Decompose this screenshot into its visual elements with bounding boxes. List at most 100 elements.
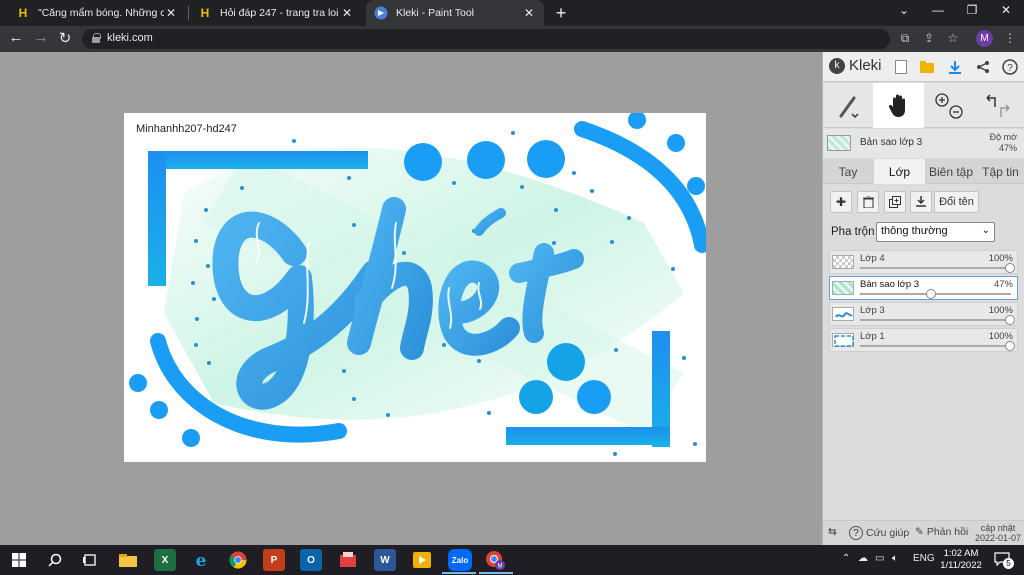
swap-sides-icon[interactable]: ⇆ [828,526,837,538]
open-folder-icon[interactable] [917,57,937,77]
cloud-icon[interactable]: ☁ [858,553,868,564]
tab-search-icon[interactable]: ⌄ [894,3,914,17]
opacity-slider-handle[interactable] [1005,263,1015,273]
blend-mode-label: Pha trộn [831,226,875,238]
tab-tap-tin[interactable]: Tập tin [976,159,1024,184]
network-icon[interactable]: ▭ [875,553,884,564]
outlook-icon[interactable]: O [300,549,322,571]
zoom-in-out-icon [935,92,963,119]
minimize-icon[interactable]: — [928,3,948,17]
word-icon[interactable]: W [374,549,396,571]
close-window-icon[interactable]: ✕ [996,3,1016,17]
layer-opacity-slider[interactable] [860,267,1011,269]
panel-footer: ⇆ ? Cứu giúp ✎ Phản hồi cập nhật 2022-01… [823,520,1024,545]
tool-row [823,83,1024,128]
powerpoint-icon[interactable]: P [263,549,285,571]
task-view-icon[interactable] [79,549,101,571]
url-text: kleki.com [107,32,153,44]
forward-icon[interactable]: → [32,29,50,46]
opacity-slider-handle[interactable] [926,289,936,299]
close-tab-icon[interactable]: ✕ [164,6,178,20]
help-icon[interactable]: ? [1000,57,1020,77]
rename-layer-button[interactable]: Đổi tên [934,191,979,213]
update-info[interactable]: cập nhật 2022-01-07 [975,523,1021,543]
help-icon: ? [849,526,863,540]
clock[interactable]: 1:02 AM 1/11/2022 [936,548,986,572]
bookmark-star-icon[interactable]: ☆ [945,31,961,45]
tab-lop[interactable]: Lớp [874,159,925,184]
back-icon[interactable]: ← [7,29,25,46]
feedback-button[interactable]: ✎ Phản hồi [915,526,968,538]
share-icon[interactable]: ⇪ [921,31,937,45]
media-player-icon[interactable] [411,549,433,571]
hand-tool[interactable] [873,83,924,128]
layer-thumbnail [832,255,854,269]
share-icon[interactable] [973,57,993,77]
zoom-tools[interactable] [927,83,971,128]
duplicate-layer-icon[interactable] [884,191,906,213]
tab-kleki[interactable]: Kleki - Paint Tool ✕ [366,0,544,26]
brush-tool[interactable] [823,83,872,128]
delete-layer-icon[interactable] [857,191,879,213]
update-date: 2022-01-07 [974,533,1021,543]
close-tab-icon[interactable]: ✕ [340,6,354,20]
windows-start-icon[interactable] [8,549,30,571]
artwork [129,113,706,456]
opacity-slider-handle[interactable] [1005,315,1015,325]
layer-opacity-slider[interactable] [860,319,1011,321]
new-image-icon[interactable] [891,57,911,77]
menu-dots-icon[interactable]: ⋮ [1002,31,1018,45]
clock-date: 1/11/2022 [940,560,982,571]
hoidap-favicon-icon: H [18,6,28,20]
tab-title: "Căng mẩm bóng. Những cái vu [38,7,164,19]
brush-icon [839,96,859,118]
pencil-icon: ✎ [915,526,924,538]
add-layer-icon[interactable]: ✚ [830,191,852,213]
hand-icon [888,94,905,117]
layer-name: Lớp 3 [860,305,885,316]
browser-tab-strip: H "Căng mẩm bóng. Những cái vu ✕ H Hỏi đ… [0,0,1024,26]
canvas-workspace[interactable]: Minhanhh207-hd247 [0,52,822,545]
address-bar[interactable]: kleki.com [82,29,890,49]
undo-redo-tools[interactable] [975,83,1021,128]
excel-icon[interactable]: X [154,549,176,571]
apps-icon[interactable] [337,549,359,571]
zalo-icon[interactable]: Zalo [448,549,472,571]
help-button[interactable]: ? Cứu giúp [849,526,909,540]
internet-explorer-icon[interactable]: e [190,549,212,571]
opacity-label: Độ mờ [989,132,1017,142]
layer-thumbnail [832,307,854,321]
search-icon[interactable] [44,549,66,571]
translate-icon[interactable]: ⧉ [897,31,913,46]
download-icon[interactable] [945,57,965,77]
blend-mode-select[interactable]: thông thường ⌄ [876,222,995,242]
tab-hoi-dap[interactable]: H Hỏi đáp 247 - trang tra loi ✕ [190,0,362,26]
profile-avatar[interactable]: M [976,30,993,47]
tab-cang-mam-bong[interactable]: H "Căng mẩm bóng. Những cái vu ✕ [8,0,186,26]
chrome-profile-icon[interactable]: M [484,549,506,571]
layer-opacity-slider[interactable] [860,345,1011,347]
volume-icon[interactable]: 🔈︎ [892,553,898,564]
close-tab-icon[interactable]: ✕ [522,6,536,20]
layer-item[interactable]: Lớp 1 100% [829,328,1018,352]
blend-mode-value: thông thường [881,225,948,237]
layer-item[interactable]: Lớp 4 100% [829,250,1018,274]
help-label: Cứu giúp [866,527,910,539]
language-indicator[interactable]: ENG [913,553,935,564]
drawing-canvas[interactable]: Minhanhh207-hd247 [124,113,706,462]
tab-tay[interactable]: Tay [823,159,873,184]
reload-icon[interactable]: ↻ [56,29,74,47]
merge-layer-icon[interactable] [910,191,932,213]
new-tab-button[interactable]: + [553,3,569,24]
tab-bien-tap[interactable]: Biên tập [926,159,976,184]
opacity-slider-handle[interactable] [1005,341,1015,351]
tray-chevron-icon[interactable]: ⌃ [842,553,850,564]
layer-item-active[interactable]: Bản sao lớp 3 47% [829,276,1018,300]
layer-item[interactable]: Lớp 3 100% [829,302,1018,326]
current-layer-thumbnail [827,135,851,151]
hoidap-favicon-icon: H [200,6,210,20]
restore-icon[interactable]: ❐ [962,3,982,17]
file-explorer-icon[interactable] [117,549,139,571]
chrome-icon[interactable] [227,549,249,571]
kleki-logo[interactable]: k Kleki [829,57,882,74]
